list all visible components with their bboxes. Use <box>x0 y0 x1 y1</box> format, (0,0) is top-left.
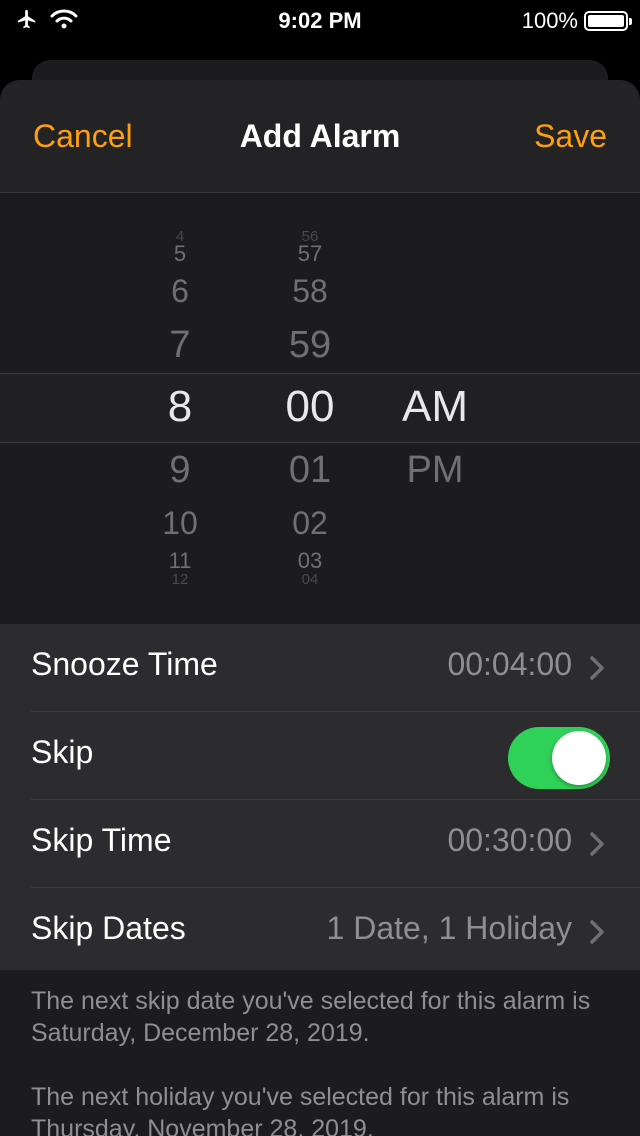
hour-wheel[interactable]: 4 5 6 7 8 9 10 11 12 <box>120 193 240 623</box>
period-wheel[interactable]: AM PM <box>375 193 495 623</box>
skip-dates-value: 1 Date, 1 Holiday <box>326 910 572 946</box>
save-button[interactable]: Save <box>534 118 607 155</box>
skip-dates-row[interactable]: Skip Dates 1 Date, 1 Holiday <box>0 888 640 976</box>
add-alarm-sheet: Cancel Add Alarm Save 4 5 6 7 8 9 10 11 … <box>0 80 640 1136</box>
chevron-right-icon <box>590 832 604 856</box>
minute-option[interactable]: 58 <box>250 273 370 310</box>
time-picker[interactable]: 4 5 6 7 8 9 10 11 12 56 57 58 59 00 01 0… <box>0 193 640 623</box>
toggle-knob <box>552 731 606 785</box>
skip-time-value: 00:30:00 <box>447 822 572 858</box>
snooze-time-value: 00:04:00 <box>447 646 572 682</box>
minute-option[interactable]: 57 <box>250 241 370 267</box>
minute-wheel[interactable]: 56 57 58 59 00 01 02 03 04 <box>250 193 370 623</box>
hour-option[interactable]: 6 <box>120 273 240 310</box>
minute-option[interactable]: 59 <box>250 324 370 367</box>
hour-selected[interactable]: 8 <box>120 382 240 432</box>
alarm-settings-list: Snooze Time 00:04:00 Skip Skip Time 00:3… <box>0 624 640 970</box>
snooze-time-label: Snooze Time <box>31 646 218 682</box>
minute-option[interactable]: 01 <box>250 449 370 492</box>
status-bar: 9:02 PM 100% <box>0 0 640 40</box>
hour-option[interactable]: 7 <box>120 324 240 367</box>
skip-time-row[interactable]: Skip Time 00:30:00 <box>0 800 640 888</box>
period-option[interactable]: PM <box>375 449 495 492</box>
hour-option[interactable]: 10 <box>120 505 240 542</box>
hour-option[interactable]: 5 <box>120 241 240 267</box>
chevron-right-icon <box>590 656 604 680</box>
skip-label: Skip <box>31 734 94 770</box>
period-selected[interactable]: AM <box>375 382 495 432</box>
chevron-right-icon <box>590 920 604 944</box>
hour-option[interactable]: 12 <box>120 571 240 588</box>
skip-date-note: The next skip date you've selected for t… <box>31 987 591 1047</box>
skip-dates-label: Skip Dates <box>31 910 186 946</box>
skip-toggle[interactable] <box>508 727 610 789</box>
nav-bar: Cancel Add Alarm Save <box>0 80 640 193</box>
minute-option[interactable]: 04 <box>250 571 370 588</box>
holiday-note: The next holiday you've selected for thi… <box>31 1083 570 1136</box>
skip-row: Skip <box>0 712 640 800</box>
minute-selected[interactable]: 00 <box>250 382 370 432</box>
snooze-time-row[interactable]: Snooze Time 00:04:00 <box>0 624 640 712</box>
skip-time-label: Skip Time <box>31 822 172 858</box>
minute-option[interactable]: 02 <box>250 505 370 542</box>
battery-percent: 100% <box>521 8 578 33</box>
status-right: 100% <box>521 8 632 34</box>
hour-option[interactable]: 9 <box>120 449 240 492</box>
battery-icon <box>584 11 632 31</box>
